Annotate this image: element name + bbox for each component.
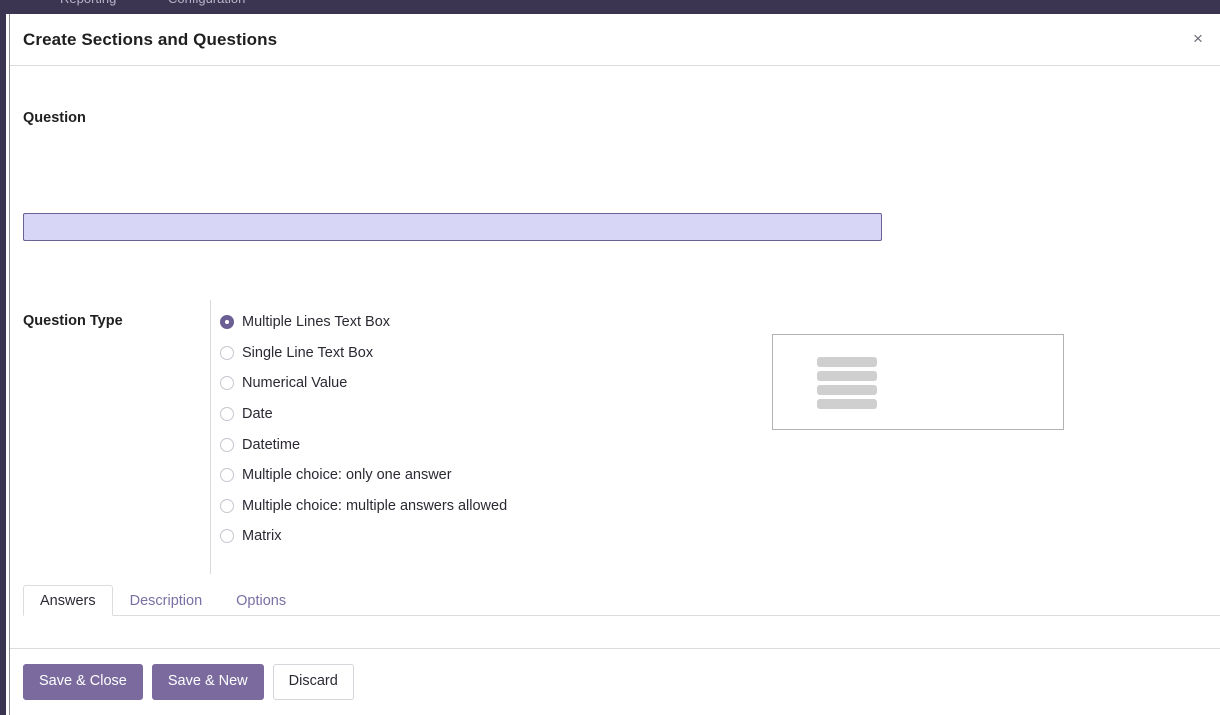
discard-button[interactable]: Discard bbox=[272, 664, 354, 700]
background-menu-configuration: Configuration bbox=[168, 0, 245, 6]
radio-option-multiple-lines-text-box[interactable]: Multiple Lines Text Box bbox=[220, 307, 507, 338]
tab-answers[interactable]: Answers bbox=[23, 585, 113, 616]
save-and-new-button[interactable]: Save & New bbox=[151, 664, 264, 700]
question-label: Question bbox=[23, 110, 86, 126]
radio-icon[interactable] bbox=[220, 468, 234, 483]
dialog-header: Create Sections and Questions × bbox=[10, 14, 1220, 66]
radio-option-label: Datetime bbox=[242, 436, 301, 453]
radio-icon[interactable] bbox=[220, 437, 234, 452]
radio-icon[interactable] bbox=[220, 407, 234, 422]
close-icon[interactable]: × bbox=[1185, 26, 1211, 52]
radio-option-multiple-choice-multiple-answers[interactable]: Multiple choice: multiple answers allowe… bbox=[220, 491, 507, 522]
radio-icon[interactable] bbox=[220, 315, 234, 330]
radio-option-datetime[interactable]: Datetime bbox=[220, 429, 507, 460]
tab-options[interactable]: Options bbox=[219, 585, 303, 616]
preview-line bbox=[817, 371, 877, 381]
radio-option-label: Date bbox=[242, 406, 273, 423]
radio-option-numerical-value[interactable]: Numerical Value bbox=[220, 368, 507, 399]
radio-option-multiple-choice-one-answer[interactable]: Multiple choice: only one answer bbox=[220, 460, 507, 491]
dialog-footer: Save & Close Save & New Discard bbox=[10, 648, 1220, 715]
question-type-divider bbox=[210, 300, 211, 574]
radio-icon[interactable] bbox=[220, 498, 234, 513]
background-menu-reporting: Reporting bbox=[60, 0, 116, 6]
radio-option-matrix[interactable]: Matrix bbox=[220, 521, 507, 552]
radio-option-label: Matrix bbox=[242, 528, 282, 545]
question-input[interactable] bbox=[23, 213, 882, 241]
tab-bar: Answers Description Options bbox=[23, 584, 1220, 616]
radio-option-label: Multiple choice: multiple answers allowe… bbox=[242, 497, 508, 514]
radio-option-label: Multiple choice: only one answer bbox=[242, 467, 452, 484]
preview-line bbox=[817, 357, 877, 367]
dialog-body: Question Question Type Multiple Lines Te… bbox=[10, 66, 1220, 648]
radio-option-label: Multiple Lines Text Box bbox=[242, 314, 391, 331]
radio-option-date[interactable]: Date bbox=[220, 399, 507, 430]
question-type-label: Question Type bbox=[23, 313, 123, 329]
create-sections-and-questions-dialog: Create Sections and Questions × Question… bbox=[9, 14, 1220, 715]
tab-description[interactable]: Description bbox=[113, 585, 220, 616]
radio-icon[interactable] bbox=[220, 376, 234, 391]
dialog-title: Create Sections and Questions bbox=[23, 29, 278, 49]
radio-icon[interactable] bbox=[220, 529, 234, 544]
question-type-preview bbox=[772, 334, 1064, 430]
radio-icon[interactable] bbox=[220, 345, 234, 360]
save-and-close-button[interactable]: Save & Close bbox=[23, 664, 143, 700]
multiline-text-preview-icon bbox=[817, 357, 877, 409]
radio-option-label: Numerical Value bbox=[242, 375, 348, 392]
preview-line bbox=[817, 399, 877, 409]
background-navbar: Reporting Configuration bbox=[0, 0, 1220, 14]
preview-line bbox=[817, 385, 877, 395]
radio-option-label: Single Line Text Box bbox=[242, 344, 374, 361]
question-type-radio-group: Multiple Lines Text Box Single Line Text… bbox=[220, 307, 507, 552]
radio-option-single-line-text-box[interactable]: Single Line Text Box bbox=[220, 338, 507, 369]
